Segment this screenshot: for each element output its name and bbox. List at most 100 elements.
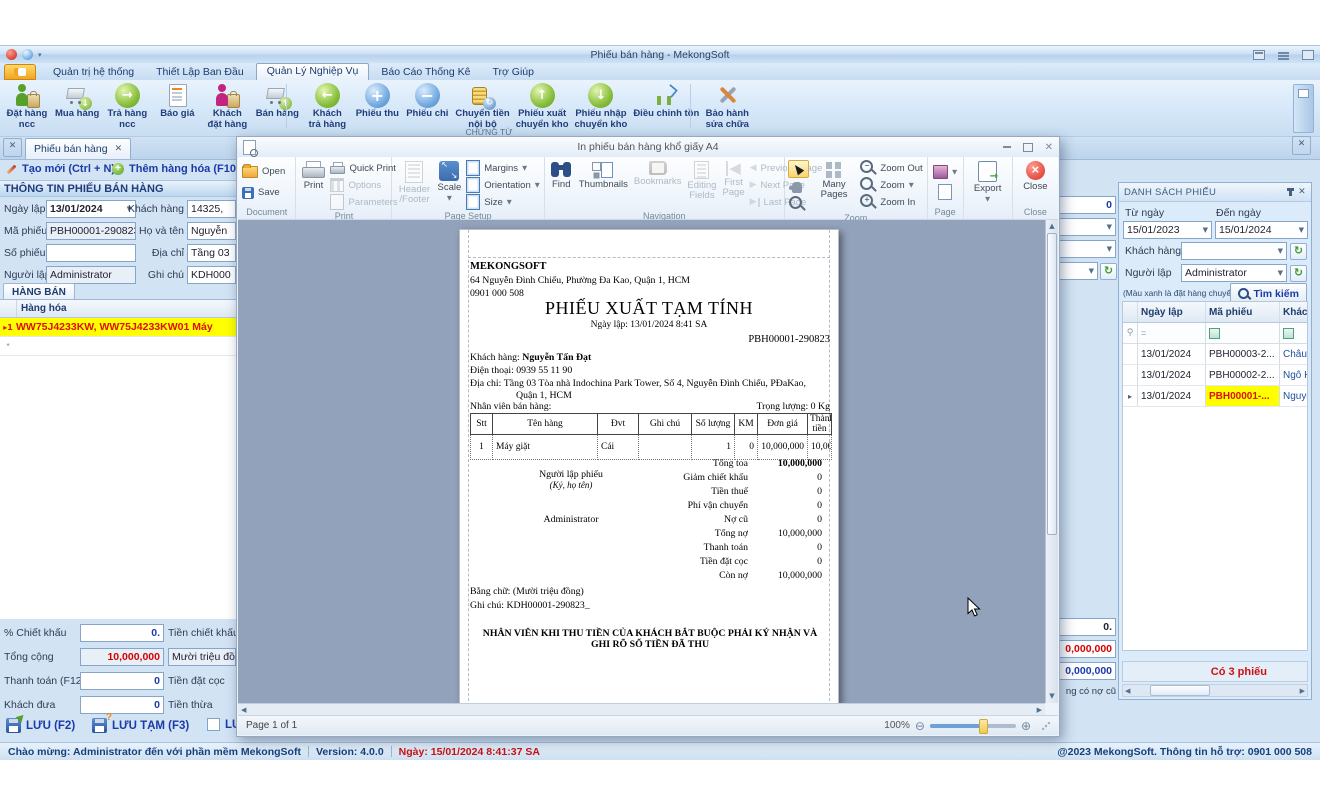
options-button[interactable]: Options	[328, 177, 383, 193]
zoom-slider-thumb[interactable]	[978, 718, 988, 734]
export-button[interactable]: Export▼	[971, 158, 1004, 204]
tab-hang-ban[interactable]: HÀNG BÁN	[3, 283, 75, 300]
zoom-in-icon[interactable]: ⊕	[1021, 719, 1031, 733]
ribbon-button-bao-gia[interactable]: Báo giá	[152, 82, 202, 120]
scroll-right-icon[interactable]: ▶	[1300, 687, 1305, 695]
orientation-button[interactable]: Orientation ▼	[464, 177, 541, 193]
preview-horizontal-scrollbar[interactable]: ◀ ▶	[238, 703, 1045, 715]
scroll-right-icon[interactable]: ▶	[1037, 706, 1042, 714]
col-khach-hang[interactable]: Khách h	[1280, 302, 1307, 322]
ribbon-button-chuyen-tien-noi-bo[interactable]: Chuyển tiền nội bộ	[452, 82, 512, 130]
page-color-button[interactable]: ▼	[931, 164, 959, 180]
watermark-button[interactable]	[936, 184, 954, 200]
bookmarks-button[interactable]: Bookmarks	[631, 158, 685, 187]
tab-phieu-ban-hang[interactable]: Phiếu bán hàng ✕	[25, 138, 132, 159]
ribbon-button-phieu-thu[interactable]: Phiếu thu	[352, 82, 402, 120]
first-page-button[interactable]: ◀ First Page	[719, 158, 747, 199]
zoom-button[interactable]: Zoom ▼	[858, 177, 915, 193]
refresh-icon[interactable]: ↻	[1290, 243, 1307, 260]
create-new-link[interactable]: Tạo mới (Ctrl + N)	[6, 163, 115, 175]
print-button[interactable]: Print	[298, 158, 328, 191]
find-button[interactable]: Find	[547, 158, 576, 190]
menu-tab-quan-tri[interactable]: Quản trị hệ thống	[43, 65, 144, 80]
checkbox-icon[interactable]	[207, 718, 220, 731]
ribbon-button-dieu-chinh-ton[interactable]: Điều chỉnh tồn	[630, 82, 702, 120]
menu-icon[interactable]	[1278, 51, 1289, 59]
ribbon-button-khach-dat-hang[interactable]: Khách đặt hàng	[202, 82, 252, 130]
ribbon-right-panel-icon[interactable]	[1293, 84, 1314, 133]
fullname-field[interactable]: Nguyễn	[187, 222, 236, 240]
save-temp-button[interactable]: ? LƯU TẠM (F3)	[92, 712, 189, 733]
scroll-up-icon[interactable]: ▲	[1047, 221, 1057, 232]
application-menu-button[interactable]	[4, 64, 36, 80]
pin-icon[interactable]	[1287, 188, 1295, 196]
magnifier-tool[interactable]	[788, 196, 807, 212]
date-field[interactable]: 13/01/2024 ▼	[46, 200, 136, 218]
zoom-out-button[interactable]: Zoom Out	[858, 160, 924, 176]
close-preview-button[interactable]: Close	[1020, 158, 1050, 192]
customer-field[interactable]: 14325,	[187, 200, 236, 218]
note-field[interactable]: KDH000	[187, 266, 236, 284]
customer-given-field[interactable]: 0	[80, 696, 164, 714]
combo-field[interactable]: ▼	[1060, 240, 1116, 258]
to-date-field[interactable]: 15/01/2024 ▼	[1215, 221, 1308, 239]
thumbnails-button[interactable]: Thumbnails	[576, 158, 631, 190]
close-strip-icon[interactable]: ✕	[1292, 136, 1311, 155]
ribbon-button-ban-hang[interactable]: ↑ Bán hàng	[252, 82, 302, 120]
grid-row-1[interactable]: 13/01/2024 PBH00003-2... Châu Ng	[1123, 344, 1307, 365]
close-tab-group-icon[interactable]: ✕	[3, 138, 22, 157]
grid-row-2[interactable]: 13/01/2024 PBH00002-2... Ngô Hoà	[1123, 365, 1307, 386]
restore-window-icon[interactable]	[1302, 49, 1314, 60]
combo-field[interactable]: ▼	[1060, 218, 1116, 236]
quick-print-button[interactable]: Quick Print	[328, 160, 397, 176]
margins-button[interactable]: Margins ▼	[464, 160, 529, 176]
menu-tab-tro-giup[interactable]: Trợ Giúp	[482, 65, 544, 80]
customer-filter-field[interactable]: ▼	[1181, 242, 1287, 260]
preview-canvas[interactable]: MEKONGSOFT 64 Nguyễn Đình Chiểu, Phường …	[238, 220, 1045, 703]
save-button[interactable]: LƯU (F2)	[6, 712, 75, 733]
mouse-pointer-tool[interactable]	[787, 160, 809, 178]
dialog-titlebar[interactable]: In phiếu bán hàng khổ giấy A4 ✕	[237, 137, 1059, 158]
from-date-field[interactable]: 15/01/2023 ▼	[1123, 221, 1212, 239]
refresh-icon[interactable]: ↻	[1100, 263, 1117, 280]
open-button[interactable]: Open	[240, 163, 287, 180]
scroll-left-icon[interactable]: ◀	[1125, 687, 1130, 695]
goods-new-row[interactable]: *	[0, 337, 236, 356]
ribbon-button-mua-hang[interactable]: ↓ Mua hàng	[52, 82, 102, 120]
preview-vertical-scrollbar[interactable]: ▲ ▼	[1045, 220, 1058, 703]
close-panel-icon[interactable]: ✕	[1298, 187, 1306, 197]
menu-tab-thiet-lap[interactable]: Thiết Lập Ban Đầu	[146, 65, 254, 80]
filter-icon[interactable]	[1283, 327, 1294, 339]
zoom-in-button[interactable]: Zoom In	[858, 194, 917, 210]
many-pages-button[interactable]: Many Pages	[810, 158, 859, 201]
editing-fields-button[interactable]: Editing Fields	[684, 158, 719, 202]
save-button[interactable]: Save	[240, 185, 282, 201]
grid-filter-row[interactable]: ⚲ =	[1123, 323, 1307, 344]
scroll-left-icon[interactable]: ◀	[241, 706, 246, 714]
size-button[interactable]: Size ▼	[464, 194, 513, 210]
refresh-icon[interactable]: ↻	[1290, 265, 1307, 282]
minimize-window-icon[interactable]	[1253, 49, 1265, 60]
grid-row-3-selected[interactable]: ▸ 13/01/2024 PBH00001-... Nguyễn	[1123, 386, 1307, 407]
payment-field[interactable]: 0	[80, 672, 164, 690]
address-field[interactable]: Tầng 03	[187, 244, 236, 262]
menu-tab-bao-cao[interactable]: Báo Cáo Thống Kê	[371, 65, 480, 80]
col-ngay-lap[interactable]: Ngày lập	[1138, 302, 1206, 322]
scale-button[interactable]: Scale▼	[435, 158, 465, 203]
scroll-thumb[interactable]	[1150, 685, 1211, 696]
goods-row[interactable]: ▸1 WW75J4233KW, WW75J4233KW01 Máy	[0, 318, 236, 337]
ribbon-button-phieu-xuat-chuyen-kho[interactable]: Phiếu xuất chuyển kho	[513, 82, 572, 130]
parameters-button[interactable]: Parameters	[328, 194, 399, 210]
col-ma-phieu[interactable]: Mã phiếu	[1206, 302, 1280, 322]
header-footer-button[interactable]: Header /Footer	[394, 158, 434, 206]
ribbon-button-dat-hang-ncc[interactable]: Đặt hàng ncc	[2, 82, 52, 130]
menu-tab-nghiep-vu[interactable]: Quản Lý Nghiệp Vụ	[255, 63, 370, 80]
zoom-slider[interactable]	[929, 718, 1016, 734]
zoom-out-icon[interactable]: ⊖	[915, 719, 925, 733]
ribbon-button-bao-hanh-sua-chua[interactable]: Bảo hành sửa chữa	[702, 82, 752, 130]
scroll-down-icon[interactable]: ▼	[1047, 691, 1057, 702]
resize-grip-icon[interactable]	[1042, 721, 1050, 730]
ribbon-button-tra-hang-ncc[interactable]: Trả hàng ncc	[102, 82, 152, 130]
scroll-thumb[interactable]	[1047, 233, 1057, 535]
discount-percent-field[interactable]: 0.	[80, 624, 164, 642]
